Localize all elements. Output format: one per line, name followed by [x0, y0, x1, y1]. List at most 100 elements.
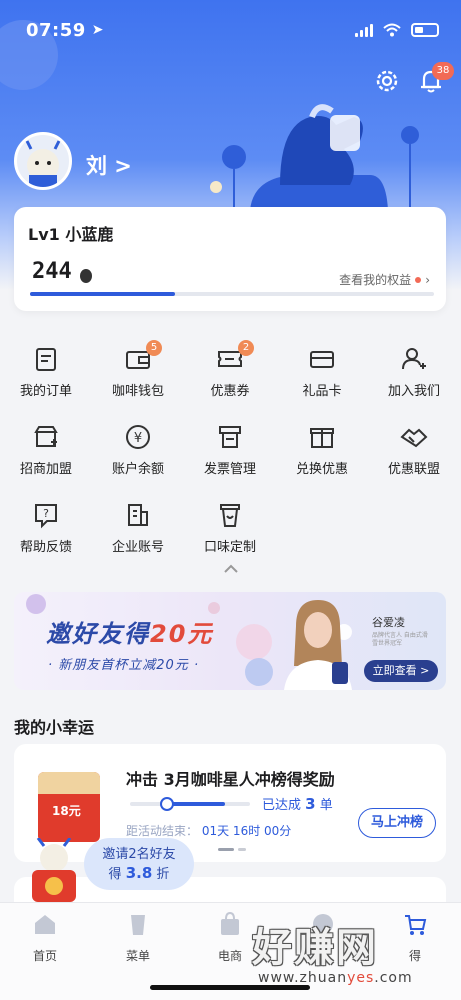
grid-label: 发票管理: [203, 462, 256, 477]
tab-menu[interactable]: 菜单: [103, 911, 173, 964]
cart-icon: [405, 915, 427, 935]
avatar[interactable]: [14, 132, 72, 190]
home-icon: [35, 915, 55, 934]
countdown-value: 01天 16时 00分: [201, 824, 292, 838]
grid-item-franchise[interactable]: 招商加盟: [0, 418, 92, 496]
grid-label: 兑换优惠: [295, 462, 348, 477]
red-dot-indicator: [415, 276, 422, 283]
view-rights-link[interactable]: 查看我的权益 ›: [339, 271, 430, 288]
campaign-progress-fill: [170, 802, 226, 806]
orders-completed: 已达成 3 单: [262, 794, 333, 813]
shopping-bag-icon: [221, 911, 239, 935]
campaign-countdown: 距活动结束： 01天 16时 00分: [126, 822, 291, 839]
grid-label: 口味定制: [203, 540, 256, 555]
grid-label: 优惠联盟: [387, 462, 440, 477]
grid-item-join-us[interactable]: 加入我们: [368, 340, 460, 418]
view-rights-label: 查看我的权益: [339, 273, 412, 287]
orders-completed-prefix: 已达成: [262, 798, 302, 813]
redeem-gift-icon: [310, 428, 334, 448]
tab-label: 菜单: [125, 949, 150, 963]
coupon-badge: 2: [238, 340, 254, 356]
grid-item-redeem[interactable]: 兑换优惠: [276, 418, 368, 496]
campaign-progress-bar: [130, 802, 250, 806]
invite-line-2-suffix: 折: [156, 867, 170, 882]
gift-card-icon: [310, 351, 334, 368]
countdown-label: 距活动结束：: [126, 824, 199, 838]
grid-item-coupons[interactable]: 2 优惠券: [184, 340, 276, 418]
svg-text:?: ?: [43, 507, 49, 520]
grid-label: 优惠券: [210, 384, 250, 399]
grid-item-enterprise[interactable]: 企业账号: [92, 496, 184, 574]
tab-label: 得: [408, 949, 421, 963]
invite-mascot-icon[interactable]: [26, 838, 84, 904]
banner-subline: · 新朋友首杯立减20元 ·: [48, 658, 200, 673]
coffee-cup-icon: [220, 504, 240, 527]
banner-headline: 邀好友得20元: [46, 614, 213, 649]
tab-home[interactable]: 首页: [10, 911, 80, 964]
username-link[interactable]: 刘 >: [86, 150, 132, 180]
checkpoint-icon: [160, 797, 174, 811]
chevron-right-icon: ›: [425, 272, 430, 287]
invite-discount-value: 3.8: [125, 864, 153, 882]
status-bar: 07:59 ➤: [26, 18, 439, 42]
campaign-title: 冲击 3月咖啡星人冲榜得奖励: [126, 770, 335, 789]
chevron-up-icon[interactable]: [221, 562, 241, 576]
coffee-bean-icon: [80, 269, 92, 283]
join-leaderboard-button[interactable]: 马上冲榜: [358, 808, 436, 838]
banner-headline-prefix: 邀好友得: [46, 620, 150, 648]
level-progress-fill: [30, 292, 176, 296]
orders-completed-count: 3: [305, 795, 316, 813]
grid-item-gift-card[interactable]: 礼品卡: [276, 340, 368, 418]
brand-ambassador-name: 谷爱凌: [372, 616, 405, 629]
member-level: Lv1 小蓝鹿: [28, 225, 114, 244]
menu-cup-icon: [131, 915, 145, 935]
grid-label: 招商加盟: [19, 462, 72, 477]
grid-label: 企业账号: [111, 540, 164, 555]
red-envelope-icon: 18元: [38, 772, 100, 842]
spokesperson-photo: [284, 600, 352, 690]
handshake-icon: [400, 428, 428, 448]
tab-profile[interactable]: 得: [380, 911, 450, 964]
member-card[interactable]: Lv1 小蓝鹿 244 查看我的权益 ›: [14, 207, 446, 311]
help-icon: ?: [35, 504, 57, 529]
mascot-illustration: [210, 104, 419, 210]
home-indicator: [150, 985, 310, 990]
view-now-button[interactable]: 立即查看 >: [364, 660, 438, 682]
grid-item-orders[interactable]: 我的订单: [0, 340, 92, 418]
pager-dot-active: [218, 848, 234, 851]
invoice-icon: [219, 426, 241, 448]
watermark-url-prefix: www.zhuan: [258, 970, 348, 986]
watermark-url-accent: yes: [347, 970, 375, 986]
settings-gear-icon[interactable]: [372, 66, 402, 96]
grid-item-balance[interactable]: ¥ 账户余额: [92, 418, 184, 496]
grid-item-help[interactable]: ? 帮助反馈: [0, 496, 92, 574]
grid-item-invoice[interactable]: 发票管理: [184, 418, 276, 496]
location-arrow-icon: ➤: [91, 22, 104, 38]
notification-badge: 38: [432, 62, 454, 80]
tab-label: 首页: [32, 949, 57, 963]
grid-label: 加入我们: [387, 384, 440, 399]
pager-dot: [238, 848, 246, 851]
grid-item-wallet[interactable]: 5 咖啡钱包: [92, 340, 184, 418]
grid-label: 帮助反馈: [19, 540, 72, 555]
watermark-logo: 好赚网: [252, 925, 378, 971]
watermark-url: www.zhuanyes.com: [258, 970, 413, 986]
section-title-my-luck: 我的小幸运: [14, 718, 95, 737]
brand-ambassador-note: 品牌代言人 自由式滑雪世界冠军: [372, 632, 428, 647]
invite-line-2-prefix: 得: [108, 867, 122, 882]
battery-icon: [411, 23, 439, 37]
svg-text:¥: ¥: [134, 431, 142, 446]
invite-promo-banner[interactable]: 邀好友得20元 · 新朋友首杯立减20元 · 谷爱凌 品牌代言人 自由式滑雪世界…: [14, 592, 446, 690]
invite-line-2: 得 3.8 折: [84, 864, 194, 884]
add-user-icon: [402, 348, 426, 370]
enterprise-building-icon: [128, 504, 148, 526]
invite-friends-bubble[interactable]: 邀请2名好友 得 3.8 折: [84, 838, 194, 890]
red-envelope-amount: 18元: [52, 804, 81, 818]
wifi-icon: [383, 23, 401, 37]
yen-icon: ¥: [126, 425, 150, 449]
cellular-signal-icon: [355, 23, 373, 37]
grid-label: 咖啡钱包: [111, 384, 164, 399]
order-icon: [36, 348, 56, 371]
grid-item-alliance[interactable]: 优惠联盟: [368, 418, 460, 496]
franchise-icon: [34, 426, 58, 447]
